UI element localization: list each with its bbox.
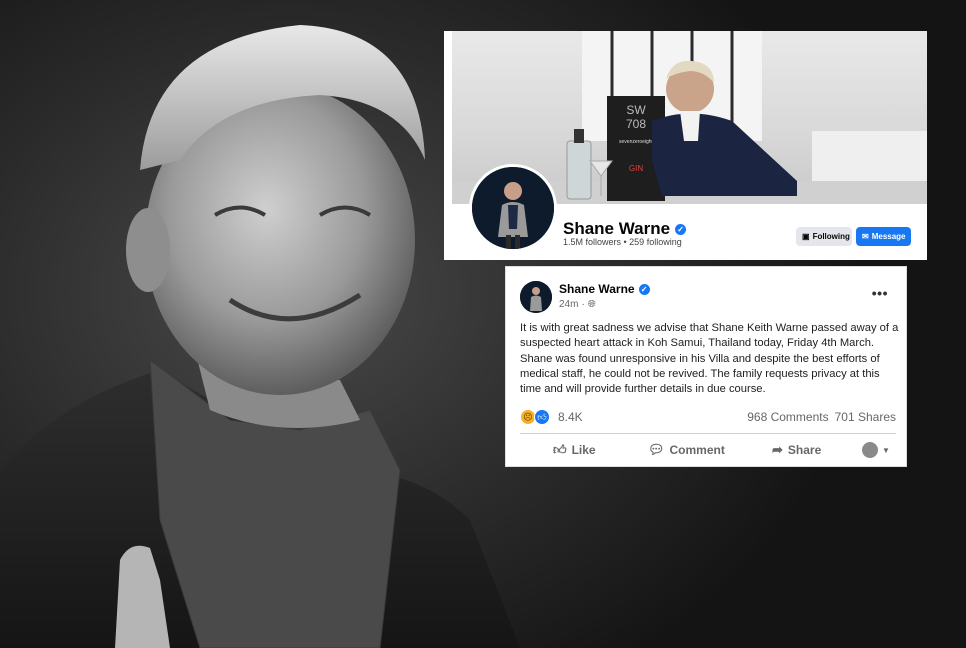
following-check-icon: ▣ — [802, 232, 810, 241]
verified-badge-icon: ✓ — [675, 223, 687, 235]
globe-icon: 🌐︎ — [587, 299, 596, 310]
messenger-icon: ✉ — [862, 232, 869, 241]
viewer-avatar — [862, 442, 878, 458]
verified-badge-icon: ✓ — [638, 283, 650, 295]
engagement-counts: 968 Comments 701 Shares — [747, 410, 896, 424]
post-text: It is with great sadness we advise that … — [520, 322, 899, 396]
following-button[interactable]: ▣ Following — [796, 227, 852, 246]
share-label: Share — [787, 443, 822, 457]
audience-selector[interactable]: ▼ — [862, 442, 890, 458]
facebook-post-card: Shane Warne ✓ 24m · 🌐︎ ••• It is with gr… — [505, 266, 907, 467]
thumbs-up-icon: 👍︎ — [553, 442, 567, 457]
more-options-icon[interactable]: ••• — [872, 285, 888, 301]
post-time-text: 24m — [559, 299, 579, 310]
facebook-profile-card: SW 708 sevenzeroeight GIN Shane Warne ✓ … — [444, 31, 927, 260]
comment-bubble-icon: 💬︎ — [648, 442, 665, 457]
divider — [520, 433, 896, 434]
box-code-top: SW — [626, 103, 646, 117]
product-label: GIN — [629, 164, 643, 173]
post-author-name[interactable]: Shane Warne — [559, 282, 635, 296]
profile-avatar[interactable] — [469, 164, 557, 252]
message-button[interactable]: ✉ Message — [856, 227, 911, 246]
following-label: Following — [812, 232, 850, 241]
dot-separator: · — [581, 299, 585, 310]
like-label: Like — [571, 443, 596, 457]
post-timestamp[interactable]: 24m · 🌐︎ — [559, 299, 596, 310]
comment-label: Comment — [669, 443, 725, 457]
comments-count[interactable]: 968 Comments — [747, 410, 828, 424]
chevron-down-icon: ▼ — [882, 445, 890, 455]
profile-name: Shane Warne ✓ — [563, 219, 687, 239]
reaction-count: 8.4K — [558, 410, 583, 424]
post-actions-bar: 👍︎ Like 💬︎ Comment ➦ Share ▼ — [506, 439, 906, 463]
post-author[interactable]: Shane Warne ✓ — [559, 282, 650, 296]
message-label: Message — [871, 232, 906, 241]
profile-name-text: Shane Warne — [563, 219, 671, 238]
comment-button[interactable]: 💬︎ Comment — [648, 442, 725, 458]
shares-count[interactable]: 701 Shares — [835, 410, 896, 424]
share-button[interactable]: ➦ Share — [772, 442, 821, 458]
reaction-summary[interactable]: ☹ 👍︎ 8.4K — [520, 409, 583, 425]
box-code-bottom: 708 — [626, 117, 646, 131]
post-author-avatar[interactable] — [520, 281, 552, 313]
like-button[interactable]: 👍︎ Like — [553, 442, 596, 458]
brand-label: sevenzeroeight — [619, 139, 654, 145]
follower-stats: 1.5M followers • 259 following — [563, 237, 682, 247]
like-reaction-icon: 👍︎ — [534, 409, 550, 425]
share-arrow-icon: ➦ — [772, 442, 783, 457]
